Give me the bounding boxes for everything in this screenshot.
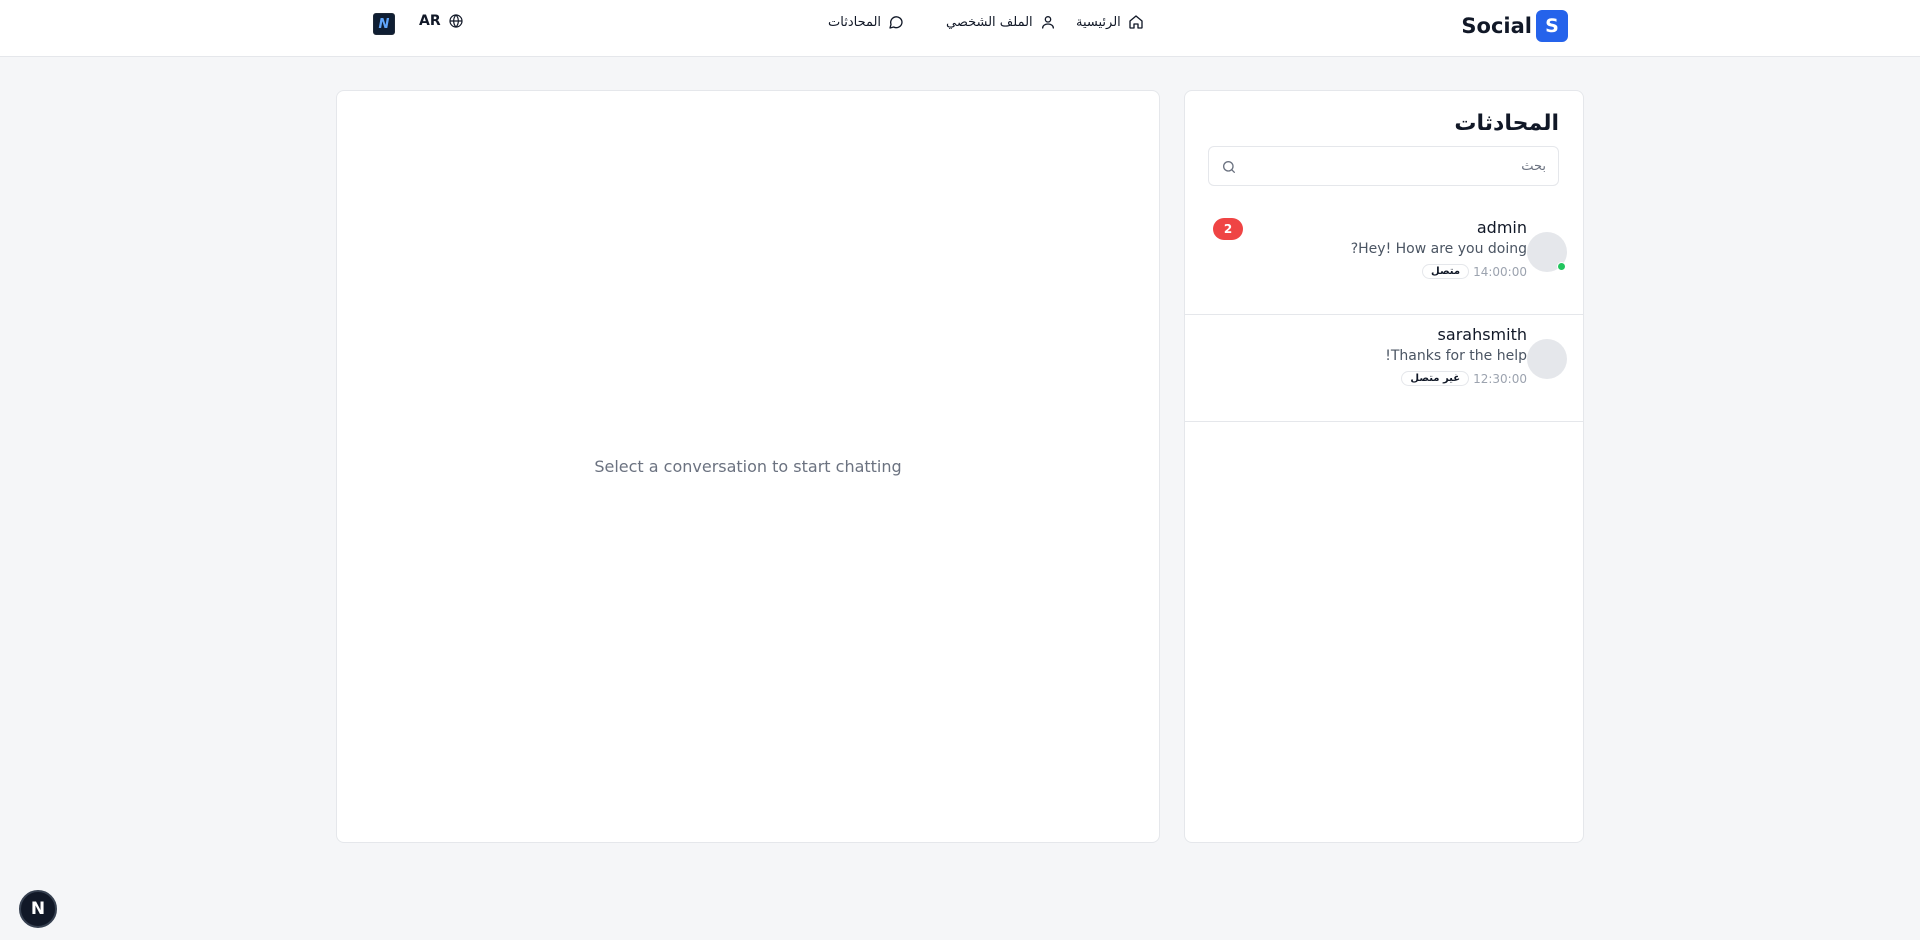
nav-profile[interactable]: الملف الشخصي xyxy=(946,14,1056,30)
brand-name: Social xyxy=(1461,14,1532,38)
conversation-last-message: Hey! How are you doing? xyxy=(1350,241,1527,257)
avatar xyxy=(1527,339,1567,379)
conversations-panel: المحادثات admin Hey! How are you doing? … xyxy=(1184,90,1584,843)
conversation-item-sarahsmith[interactable]: sarahsmith Thanks for the help! 12:30:00… xyxy=(1185,315,1583,422)
home-icon xyxy=(1129,15,1143,29)
user-icon xyxy=(1041,16,1054,29)
unread-count-badge: 2 xyxy=(1213,218,1243,240)
chat-panel: Select a conversation to start chatting xyxy=(336,90,1160,843)
top-navbar: Social S الرئيسية الملف الشخصي المحادثات… xyxy=(0,0,1920,57)
chat-empty-message: Select a conversation to start chatting xyxy=(594,457,902,476)
message-circle-icon xyxy=(889,16,903,29)
conversations-title: المحادثات xyxy=(1454,111,1559,136)
conversation-time: 12:30:00 xyxy=(1473,371,1527,386)
nav-chats[interactable]: المحادثات xyxy=(828,14,904,30)
conversation-last-message: Thanks for the help! xyxy=(1385,348,1527,364)
conversation-item-admin[interactable]: admin Hey! How are you doing? 14:00:00 م… xyxy=(1185,208,1583,315)
brand[interactable]: Social S xyxy=(1461,10,1568,42)
nav-home-label: الرئيسية xyxy=(1076,14,1121,30)
status-badge: متصل xyxy=(1422,264,1470,279)
globe-icon xyxy=(449,14,463,28)
language-label: AR xyxy=(419,13,441,29)
nav-chats-label: المحادثات xyxy=(828,14,882,30)
avatar xyxy=(1527,232,1567,272)
extension-icon[interactable]: N xyxy=(373,13,395,35)
conversation-meta: 14:00:00 متصل xyxy=(1422,264,1527,279)
language-switcher[interactable]: AR xyxy=(419,13,464,29)
conversation-name: admin xyxy=(1476,218,1527,237)
conversation-meta: 12:30:00 غير متصل xyxy=(1401,371,1527,386)
conversation-time: 14:00:00 xyxy=(1473,264,1527,279)
brand-logo: S xyxy=(1536,10,1568,42)
search-icon xyxy=(1221,159,1237,175)
conversation-list: admin Hey! How are you doing? 14:00:00 م… xyxy=(1185,208,1583,422)
nav-profile-label: الملف الشخصي xyxy=(946,14,1033,30)
dev-tools-button[interactable]: N xyxy=(19,890,57,928)
online-indicator xyxy=(1557,262,1566,271)
search-input[interactable] xyxy=(1209,147,1558,185)
nav-home[interactable]: الرئيسية xyxy=(1076,14,1144,30)
conversation-name: sarahsmith xyxy=(1437,325,1527,344)
search-box xyxy=(1208,146,1559,186)
status-badge: غير متصل xyxy=(1401,371,1470,386)
